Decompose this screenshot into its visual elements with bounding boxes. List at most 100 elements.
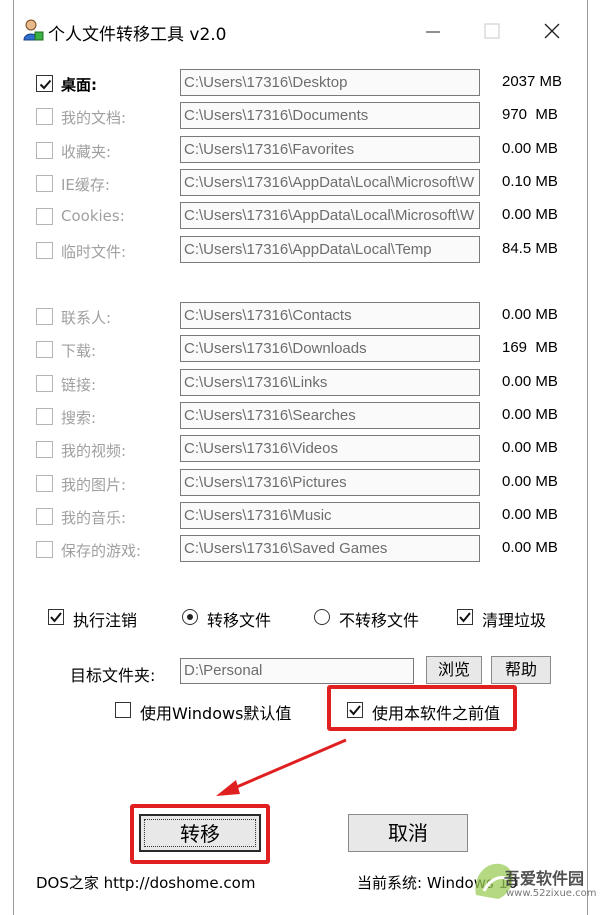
folder-checkbox[interactable] <box>36 141 53 159</box>
folder-label: 临时文件: <box>61 242 127 261</box>
folder-path-field[interactable]: C:\Users\17316\Documents <box>180 102 480 130</box>
folder-label: 下载: <box>61 342 97 361</box>
move-files-label: 转移文件 <box>207 611 272 630</box>
folder-checkbox[interactable] <box>36 374 53 392</box>
check-icon <box>459 612 471 623</box>
folder-row: 下载: C:\Users\17316\Downloads 169 MB <box>14 335 587 365</box>
window-title: 个人文件转移工具 v2.0 <box>48 25 227 45</box>
folder-label: 搜索: <box>61 408 97 427</box>
folder-size: 0.00 MB <box>502 472 558 490</box>
folder-checkbox[interactable] <box>36 308 53 325</box>
previous-values-checkbox[interactable] <box>347 702 363 718</box>
move-files-radio[interactable] <box>182 609 198 625</box>
folder-path-field[interactable]: C:\Users\17316\Contacts <box>180 302 480 329</box>
folder-size: 84.5 MB <box>502 239 558 257</box>
folder-path-field[interactable]: C:\Users\17316\AppData\Local\Microsoft\W <box>180 168 480 196</box>
folder-label: 我的音乐: <box>61 508 127 527</box>
folder-path-field[interactable]: C:\Users\17316\AppData\Local\Microsoft\W <box>180 202 480 230</box>
target-folder-input[interactable]: D:\Personal <box>180 658 414 684</box>
folder-path-field[interactable]: C:\Users\17316\Pictures <box>180 468 480 496</box>
watermark-text: 吾爱软件园 <box>504 869 585 888</box>
folder-row: 联系人: C:\Users\17316\Contacts 0.00 MB <box>14 302 587 332</box>
check-icon <box>50 612 62 623</box>
annotation-arrow <box>216 738 347 796</box>
folder-row: 保存的游戏: C:\Users\17316\Saved Games 0.00 MB <box>14 535 587 565</box>
minimize-button[interactable] <box>410 14 456 48</box>
folder-label: IE缓存: <box>61 175 110 194</box>
folder-row: 链接: C:\Users\17316\Links 0.00 MB <box>14 368 587 399</box>
footer-link[interactable]: DOS之家 http://doshome.com <box>36 872 255 893</box>
folder-label: 我的图片: <box>61 475 127 494</box>
close-icon <box>544 23 560 39</box>
folder-path-field[interactable]: C:\Users\17316\AppData\Local\Temp <box>180 235 480 263</box>
no-move-label: 不转移文件 <box>339 611 420 630</box>
folder-row: 我的图片: C:\Users\17316\Pictures 0.00 MB <box>14 468 587 499</box>
folder-row: 我的音乐: C:\Users\17316\Music 0.00 MB <box>14 501 587 532</box>
folder-checkbox[interactable] <box>36 507 53 525</box>
folder-checkbox[interactable] <box>36 407 53 425</box>
folder-size: 0.00 MB <box>502 405 558 423</box>
logoff-checkbox[interactable] <box>48 609 64 625</box>
folder-size: 0.00 MB <box>502 439 558 457</box>
folder-size: 169 MB <box>502 339 558 357</box>
folder-row: 我的文档: C:\Users\17316\Documents 970 MB <box>14 102 587 132</box>
radio-dot <box>187 614 193 620</box>
app-window: 个人文件转移工具 v2.0 桌面: C:\Users\17316\Desktop 2… <box>13 0 588 915</box>
no-move-radio[interactable] <box>314 609 330 625</box>
title-bar[interactable]: 个人文件转移工具 v2.0 <box>14 0 587 62</box>
user-icon <box>22 18 44 42</box>
folder-path-field[interactable]: C:\Users\17316\Downloads <box>180 335 480 363</box>
check-icon <box>39 79 52 90</box>
help-button[interactable]: 帮助 <box>491 656 551 684</box>
folder-label: 我的文档: <box>61 109 127 128</box>
cancel-button[interactable]: 取消 <box>348 814 468 852</box>
folder-row: 搜索: C:\Users\17316\Searches 0.00 MB <box>14 401 587 432</box>
folder-path-field[interactable]: C:\Users\17316\Links <box>180 368 480 396</box>
folder-checkbox[interactable] <box>36 174 53 192</box>
folder-size: 0.00 MB <box>502 539 558 557</box>
folder-path-field[interactable]: C:\Users\17316\Saved Games <box>180 535 480 563</box>
folder-label: 保存的游戏: <box>61 542 142 561</box>
folder-size: 970 MB <box>502 106 558 124</box>
folder-label: 桌面: <box>61 76 97 94</box>
folder-label: Cookies: <box>61 207 125 226</box>
folder-path-field[interactable]: C:\Users\17316\Desktop <box>180 69 480 96</box>
folder-label: 收藏夹: <box>61 142 112 161</box>
folder-row: Cookies: C:\Users\17316\AppData\Local\Mic… <box>14 202 587 232</box>
folder-checkbox[interactable] <box>36 441 53 459</box>
folder-checkbox[interactable] <box>36 208 53 226</box>
folder-size: 0.00 MB <box>502 505 558 523</box>
previous-values-label: 使用本软件之前值 <box>372 704 501 723</box>
folder-row: IE缓存: C:\Users\17316\AppData\Local\Micros… <box>14 168 587 199</box>
folder-checkbox[interactable] <box>36 75 53 92</box>
folder-row: 收藏夹: C:\Users\17316\Favorites 0.00 MB <box>14 135 587 166</box>
folder-row: 桌面: C:\Users\17316\Desktop 2037 MB <box>14 69 587 99</box>
windows-default-label: 使用Windows默认值 <box>140 704 292 723</box>
folder-path-field[interactable]: C:\Users\17316\Videos <box>180 435 480 463</box>
folder-path-field[interactable]: C:\Users\17316\Favorites <box>180 135 480 163</box>
windows-default-checkbox[interactable] <box>115 702 131 718</box>
folder-size: 0.10 MB <box>502 172 558 190</box>
maximize-icon <box>484 23 500 39</box>
folder-checkbox[interactable] <box>36 241 53 259</box>
cleanup-checkbox[interactable] <box>457 609 473 625</box>
folder-checkbox[interactable] <box>36 541 53 559</box>
transfer-button[interactable]: 转移 <box>139 814 261 852</box>
client-area: 桌面: C:\Users\17316\Desktop 2037 MB 我的文档: C:\… <box>14 62 587 902</box>
folder-checkbox[interactable] <box>36 474 53 492</box>
watermark-url: www.52zixue.com <box>506 888 597 899</box>
folder-label: 我的视频: <box>61 442 127 461</box>
target-folder-label: 目标文件夹: <box>70 666 156 685</box>
browse-button[interactable]: 浏览 <box>426 656 482 684</box>
close-button[interactable] <box>529 14 575 48</box>
folder-path-field[interactable]: C:\Users\17316\Searches <box>180 401 480 429</box>
folder-checkbox[interactable] <box>36 108 53 126</box>
folder-path-field[interactable]: C:\Users\17316\Music <box>180 501 480 529</box>
folder-checkbox[interactable] <box>36 341 53 359</box>
folder-row: 临时文件: C:\Users\17316\AppData\Local\Temp 84… <box>14 235 587 266</box>
folder-size: 0.00 MB <box>502 139 558 157</box>
folder-row: 我的视频: C:\Users\17316\Videos 0.00 MB <box>14 435 587 465</box>
check-icon <box>349 705 361 716</box>
cleanup-label: 清理垃圾 <box>482 611 547 630</box>
transfer-label: 转移 <box>180 822 220 846</box>
